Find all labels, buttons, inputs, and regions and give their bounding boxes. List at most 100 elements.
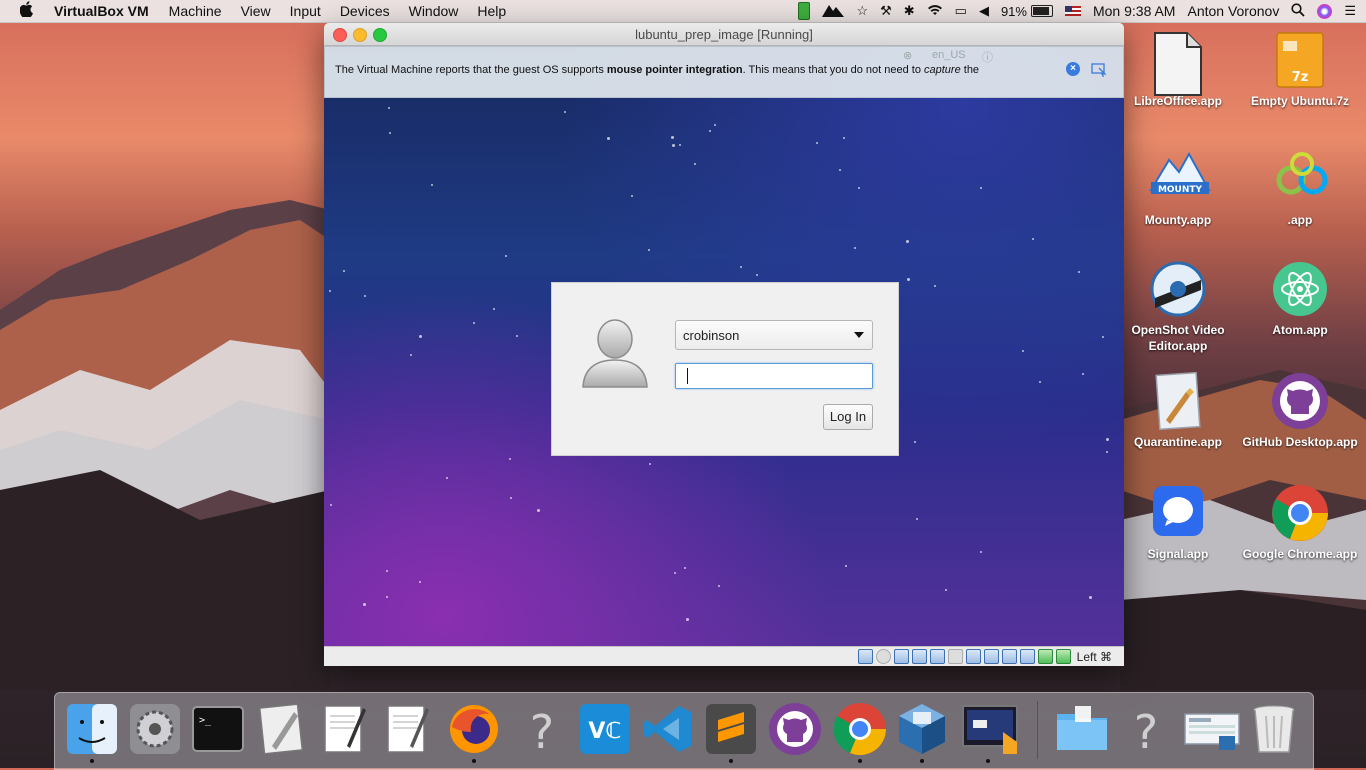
firefox-icon[interactable] <box>447 702 501 763</box>
password-input[interactable] <box>675 363 873 389</box>
guest-display[interactable]: crobinson Log In <box>324 46 1124 646</box>
svg-text:Vℂ: Vℂ <box>588 719 621 744</box>
textedit-icon[interactable] <box>317 702 371 756</box>
menu-input[interactable]: Input <box>290 3 321 19</box>
desktop-icon-label: OpenShot Video Editor.app <box>1131 323 1225 353</box>
vt-x-status-icon[interactable] <box>1019 649 1035 664</box>
hard-disk-status-icon[interactable] <box>857 649 873 664</box>
background-star <box>431 184 433 186</box>
downloads-folder-icon[interactable] <box>1055 702 1109 756</box>
guest-additions-status-icon[interactable] <box>1001 649 1017 664</box>
notice-text-mid: . This means that you do not need to <box>742 64 924 76</box>
guest-panel-locale: en_US <box>932 49 966 61</box>
bookmark-star-icon[interactable]: ☆ <box>856 3 868 19</box>
vnc-viewer-icon[interactable]: Vℂ <box>578 702 632 756</box>
desktop-icon-empty-ubuntu-7z[interactable]: 7z Empty Ubuntu.7z <box>1240 31 1360 109</box>
battery-icon[interactable] <box>1030 5 1053 17</box>
background-star <box>980 551 982 553</box>
script-editor-icon[interactable] <box>254 702 308 756</box>
chevron-down-icon <box>854 332 864 338</box>
network-status-icon[interactable] <box>911 649 927 664</box>
question-mark-icon[interactable]: ? <box>515 702 569 759</box>
finder-icon[interactable] <box>65 702 119 763</box>
keyboard-capture-status-icon[interactable] <box>1055 649 1071 664</box>
menu-help[interactable]: Help <box>477 3 506 19</box>
volume-icon[interactable]: ◀ <box>979 3 989 19</box>
rings-app-icon <box>1271 150 1329 208</box>
notice-mouse-integration-icon[interactable] <box>1091 61 1107 78</box>
menu-clock[interactable]: Mon 9:38 AM <box>1093 3 1176 19</box>
tools-icon[interactable]: ⚒ <box>880 3 892 19</box>
question-mark-icon-2[interactable]: ? <box>1119 702 1173 759</box>
background-star <box>672 144 675 147</box>
wifi-icon[interactable] <box>927 4 943 19</box>
background-star <box>906 240 909 243</box>
siri-icon[interactable] <box>1317 3 1333 19</box>
background-star <box>1089 596 1092 599</box>
atom-icon <box>1271 260 1329 318</box>
textedit-icon-2[interactable] <box>380 702 434 756</box>
desktop-icon-atom[interactable]: Atom.app <box>1240 260 1360 338</box>
desktop-icon-signal[interactable]: Signal.app <box>1118 484 1238 562</box>
desktop-icon-label: Signal.app <box>1147 547 1209 561</box>
notification-center-icon[interactable]: ☰ <box>1344 3 1356 19</box>
screenshot-icon[interactable] <box>1183 702 1240 756</box>
desktop-icon-label: .app <box>1287 213 1313 227</box>
menu-user-name[interactable]: Anton Voronov <box>1187 3 1279 19</box>
mountain-app-icon[interactable] <box>822 3 845 20</box>
desktop-icon-dot-app[interactable]: .app <box>1240 150 1360 228</box>
menu-devices[interactable]: Devices <box>340 3 390 19</box>
quarantine-script-icon <box>1149 371 1207 431</box>
us-flag-input-source-icon[interactable] <box>1064 6 1081 16</box>
window-titlebar[interactable]: lubuntu_prep_image [Running] <box>324 23 1124 46</box>
window-title: lubuntu_prep_image [Running] <box>635 27 813 42</box>
video-capture-status-icon[interactable] <box>983 649 999 664</box>
desktop-icon-mounty[interactable]: MOUNTY Mounty.app <box>1118 150 1238 228</box>
usb-status-icon[interactable] <box>929 649 945 664</box>
github-desktop-icon[interactable] <box>768 702 822 756</box>
desktop-icon-quarantine[interactable]: Quarantine.app <box>1118 371 1238 450</box>
desktop-wallpaper-mountain-left <box>0 200 330 690</box>
desktop-icon-openshot[interactable]: OpenShot Video Editor.app <box>1118 260 1238 354</box>
apple-menu-icon[interactable] <box>18 1 36 21</box>
vscode-icon[interactable] <box>641 702 695 756</box>
terminal-icon[interactable]: >_ <box>191 702 245 756</box>
desktop-icon-github-desktop[interactable]: GitHub Desktop.app <box>1240 372 1360 450</box>
host-key-label[interactable]: Left ⌘ <box>1077 650 1112 664</box>
menu-machine[interactable]: Machine <box>169 3 222 19</box>
background-star <box>389 132 391 134</box>
optical-drive-status-icon[interactable] <box>875 649 891 664</box>
shared-folders-status-icon[interactable] <box>947 649 963 664</box>
background-star <box>756 274 758 276</box>
desktop-icon-libreoffice[interactable]: LibreOffice.app <box>1118 31 1238 109</box>
mouse-integration-status-icon[interactable] <box>1037 649 1053 664</box>
lightdm-login-dialog: crobinson Log In <box>551 282 899 456</box>
battery-monitor-icon[interactable] <box>798 2 811 20</box>
menu-window[interactable]: Window <box>409 3 459 19</box>
airplay-display-icon[interactable]: ▭ <box>955 3 967 19</box>
running-indicator <box>858 759 862 763</box>
background-star <box>674 572 676 574</box>
background-star <box>980 187 982 189</box>
display-status-icon[interactable] <box>965 649 981 664</box>
notice-text-bold: mouse pointer integration <box>606 64 743 76</box>
notice-close-icon[interactable]: × <box>1066 62 1080 76</box>
background-star <box>854 247 856 249</box>
trash-icon[interactable] <box>1247 702 1301 756</box>
log-in-button[interactable]: Log In <box>823 404 873 430</box>
app-menu-virtualbox-vm[interactable]: VirtualBox VM <box>54 3 149 19</box>
sublime-text-icon[interactable] <box>704 702 758 763</box>
virtualbox-icon[interactable] <box>895 702 949 763</box>
virtualbox-vm-icon[interactable] <box>961 702 1018 763</box>
desktop-icon-label: Google Chrome.app <box>1242 547 1358 561</box>
chrome-icon[interactable] <box>833 702 887 763</box>
audio-status-icon[interactable] <box>893 649 909 664</box>
desktop-icon-google-chrome[interactable]: Google Chrome.app <box>1240 484 1360 562</box>
background-star <box>364 295 366 297</box>
system-preferences-icon[interactable] <box>128 702 182 756</box>
menu-view[interactable]: View <box>241 3 271 19</box>
bluetooth-icon[interactable]: ✱ <box>904 3 915 19</box>
background-star <box>686 618 689 621</box>
username-dropdown[interactable]: crobinson <box>675 320 873 350</box>
spotlight-search-icon[interactable] <box>1291 2 1305 20</box>
